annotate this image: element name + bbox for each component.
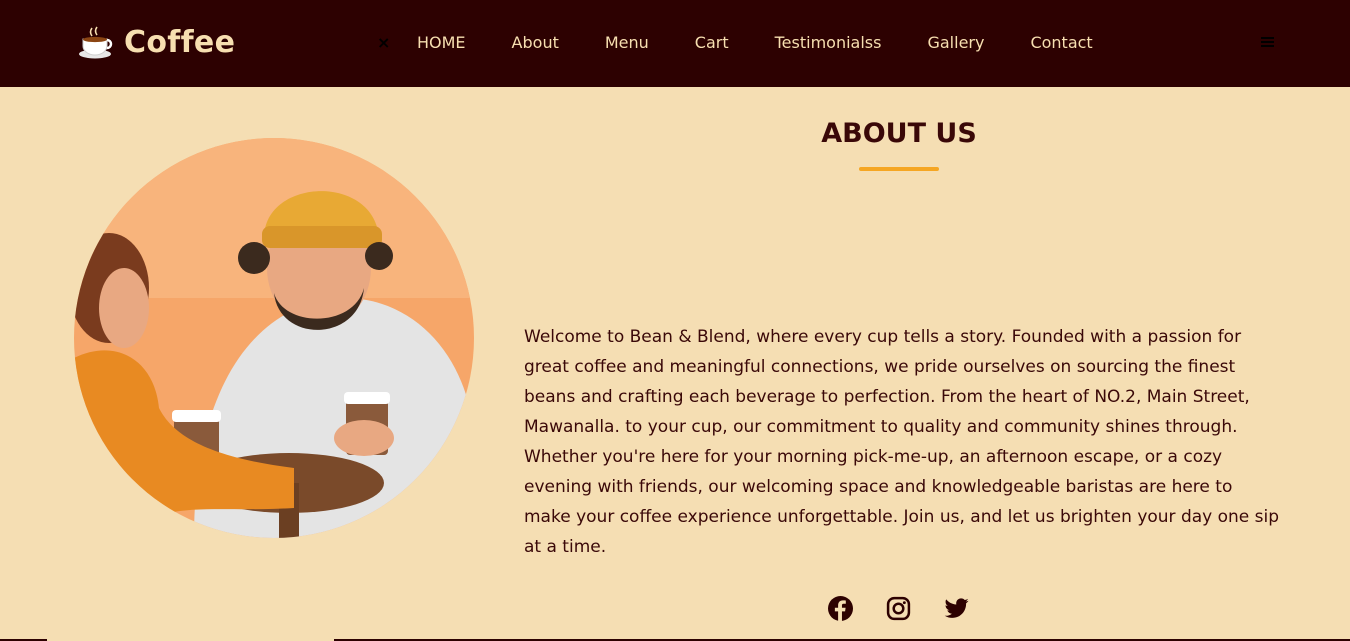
- nav-links: HOME About Menu Cart Testimonialss Galle…: [417, 32, 1093, 54]
- title-underline: [859, 167, 939, 171]
- about-title: ABOUT US: [821, 118, 977, 149]
- facebook-icon[interactable]: [828, 596, 853, 621]
- about-description: Welcome to Bean & Blend, where every cup…: [524, 327, 1280, 557]
- nav-gallery[interactable]: Gallery: [927, 32, 984, 54]
- brand-logo[interactable]: Coffee: [78, 22, 235, 62]
- coffee-cup-icon: [79, 26, 113, 59]
- brand-name: Coffee: [124, 24, 236, 60]
- nav-contact[interactable]: Contact: [1030, 32, 1092, 54]
- close-icon[interactable]: ×: [377, 33, 390, 52]
- nav-about[interactable]: About: [512, 32, 559, 54]
- hamburger-menu-icon[interactable]: [1261, 37, 1274, 47]
- navbar: Coffee × HOME About Menu Cart Testimonia…: [0, 0, 1350, 87]
- nav-testimonials[interactable]: Testimonialss: [775, 32, 882, 54]
- nav-home[interactable]: HOME: [417, 32, 466, 54]
- instagram-icon[interactable]: [886, 596, 911, 621]
- nav-cart[interactable]: Cart: [695, 32, 729, 54]
- twitter-icon[interactable]: [944, 596, 969, 621]
- nav-menu[interactable]: Menu: [605, 32, 649, 54]
- social-links: [828, 596, 969, 621]
- couple-with-coffee-cups-photo: [74, 138, 474, 538]
